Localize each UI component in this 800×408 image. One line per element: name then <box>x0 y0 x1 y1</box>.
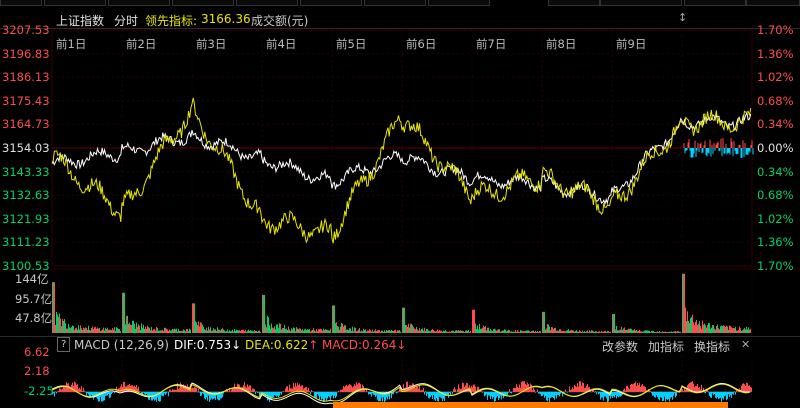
price-tick: 3196.83 <box>2 46 50 61</box>
price-tick: 3164.73 <box>2 117 50 132</box>
day-label: 前4日 <box>266 37 297 51</box>
day-label: 前5日 <box>336 37 367 51</box>
macd-tick: 6.62 <box>24 345 50 359</box>
percent-tick: 0.68% <box>757 188 794 203</box>
price-tick: 3175.43 <box>2 93 50 108</box>
price-tick: 3111.23 <box>2 235 50 250</box>
percent-tick: 1.70% <box>757 259 794 273</box>
percent-tick: 0.68% <box>757 93 794 108</box>
day-label: 前8日 <box>546 37 577 51</box>
macd-dif: DIF:0.753↓ <box>174 338 242 352</box>
price-tick: 3143.33 <box>2 164 50 179</box>
close-icon[interactable]: ✕ <box>741 338 750 351</box>
volume-tick: 144亿 <box>15 272 49 286</box>
change-params-button[interactable]: 改参数 <box>602 338 638 355</box>
macd-value-text: MACD:0.264 <box>322 338 397 352</box>
switch-indicator-button[interactable]: 换指标 <box>694 338 730 355</box>
macd-tick: 2.18 <box>24 364 50 378</box>
help-button[interactable]: ? <box>57 337 71 352</box>
percent-tick: 0.34% <box>757 117 794 132</box>
percent-tick: 0.34% <box>757 164 794 179</box>
macd-header: ? MACD (12,26,9) DIF:0.753↓ DEA:0.622↑ M… <box>0 336 800 354</box>
macd-name: MACD (12,26,9) <box>74 338 169 352</box>
macd-dea-value: DEA:0.622 <box>245 338 309 352</box>
macd-value: MACD:0.264↓ <box>322 338 407 352</box>
price-tick: 3132.63 <box>2 188 50 203</box>
lead-indicator-line <box>51 97 752 244</box>
volume-tick: 95.7亿 <box>15 292 53 306</box>
day-label: 前1日 <box>56 37 87 51</box>
percent-tick: 1.70% <box>757 23 794 37</box>
day-label: 前2日 <box>126 37 157 51</box>
add-indicator-button[interactable]: 加指标 <box>648 338 684 355</box>
percent-tick: 1.02% <box>757 211 794 226</box>
day-label: 前3日 <box>196 37 227 51</box>
price-tick: 3154.03 <box>2 141 50 155</box>
day-label: 前9日 <box>616 37 647 51</box>
percent-tick: 1.36% <box>757 46 794 61</box>
price-tick: 3186.13 <box>2 70 50 85</box>
percent-tick: 1.02% <box>757 70 794 85</box>
price-tick: 3121.93 <box>2 211 50 226</box>
macd-dif-value: DIF:0.753 <box>174 338 232 352</box>
day-label: 前6日 <box>406 37 437 51</box>
volume-tick: 47.8亿 <box>15 311 53 325</box>
day-label: 前7日 <box>476 37 507 51</box>
selection-strip <box>333 402 728 408</box>
percent-tick: 1.36% <box>757 235 794 250</box>
percent-tick: 0.00% <box>757 141 794 155</box>
macd-tick: -2.25 <box>24 384 54 398</box>
macd-dea: DEA:0.622↑ <box>245 338 319 352</box>
price-tick: 3207.53 <box>2 23 50 37</box>
